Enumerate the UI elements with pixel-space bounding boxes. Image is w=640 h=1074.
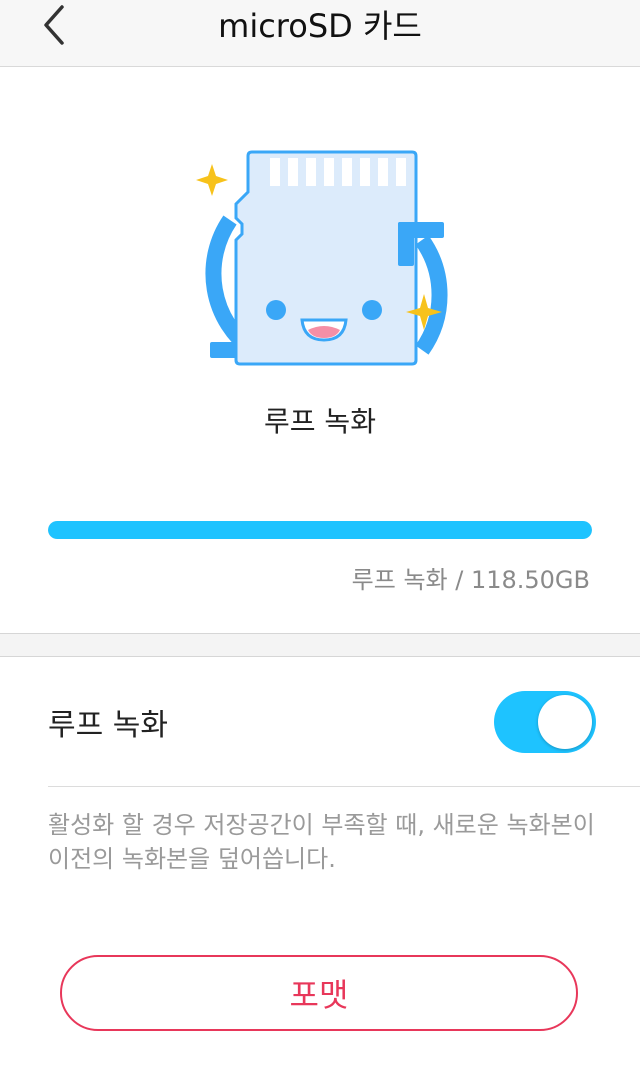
storage-progress-fill — [48, 521, 592, 539]
format-button[interactable]: 포맷 — [60, 955, 578, 1031]
storage-progress-bar — [48, 521, 592, 539]
toggle-knob — [538, 695, 592, 749]
row-divider — [48, 786, 640, 787]
loop-recording-title: 루프 녹화 — [264, 405, 376, 438]
loop-recording-description: 활성화 할 경우 저장공간이 부족할 때, 새로운 녹화본이 이전의 녹화본을 … — [48, 811, 595, 873]
loop-recording-toggle[interactable] — [494, 691, 596, 753]
section-divider — [0, 633, 640, 657]
page-title: microSD 카드 — [218, 7, 422, 45]
header-bar: microSD 카드 — [0, 0, 640, 67]
sd-card-loop-icon — [196, 150, 448, 366]
storage-usage-text: 루프 녹화 / 118.50GB — [351, 566, 590, 594]
loop-recording-setting-label: 루프 녹화 — [48, 708, 168, 743]
